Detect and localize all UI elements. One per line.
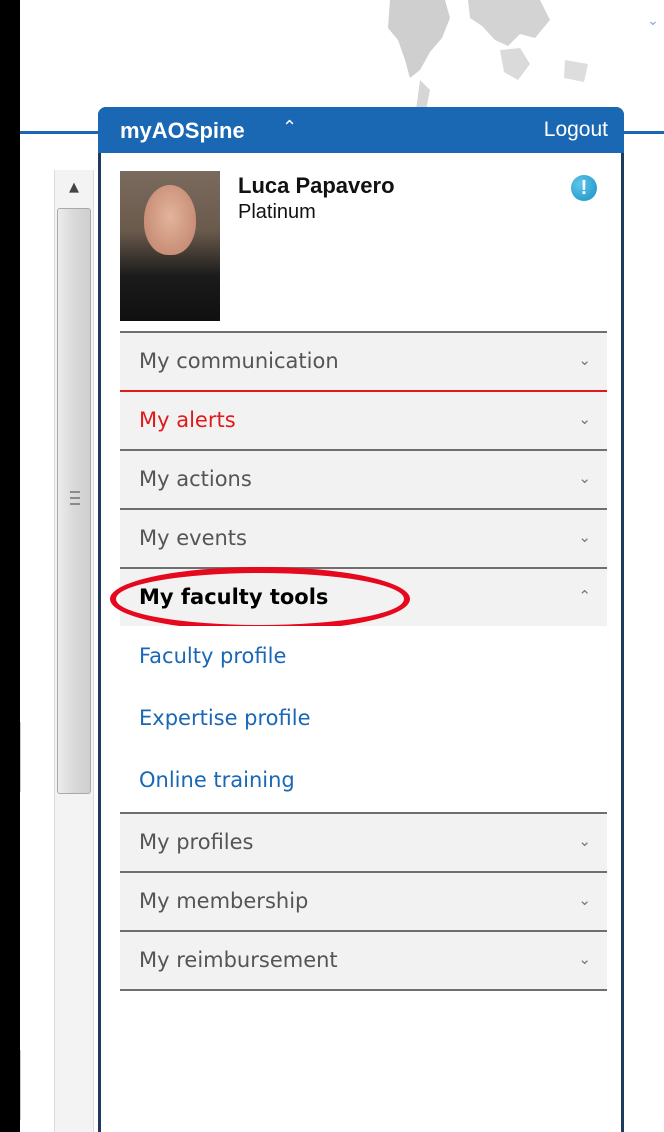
chevron-down-icon: ⌄	[578, 410, 591, 428]
menu-item-actions[interactable]: My actions ⌄	[120, 449, 607, 508]
chevron-down-icon: ⌄	[578, 832, 591, 850]
submenu-link[interactable]: Online training	[139, 768, 295, 792]
divider	[20, 1050, 21, 1120]
chevron-up-icon[interactable]: ⌃	[282, 117, 297, 138]
chevron-down-icon: ⌄	[578, 950, 591, 968]
menu-item-label: My membership	[139, 889, 309, 913]
menu-divider	[120, 989, 607, 991]
submenu-link[interactable]: Faculty profile	[139, 644, 286, 668]
info-alert-icon[interactable]: !	[571, 175, 597, 201]
divider	[20, 722, 21, 792]
scroll-up-arrow-icon[interactable]: ▲	[55, 170, 93, 206]
avatar-face	[144, 185, 196, 255]
menu-item-label: My events	[139, 526, 247, 550]
chevron-down-icon: ⌄	[578, 469, 591, 487]
logout-link[interactable]: Logout	[544, 118, 608, 142]
menu-item-reimbursement[interactable]: My reimbursement ⌄	[120, 930, 607, 989]
menu-item-label: My alerts	[139, 408, 236, 432]
world-map-background	[388, 0, 588, 110]
menu-item-alerts[interactable]: My alerts ⌄	[120, 390, 607, 449]
panel-header: myAOSpine ⌃ Logout	[98, 107, 624, 153]
menu-item-label: My faculty tools	[139, 585, 329, 609]
chevron-down-icon[interactable]: ⌄	[646, 14, 660, 28]
scroll-thumb[interactable]	[57, 208, 91, 794]
menu-item-membership[interactable]: My membership ⌄	[120, 871, 607, 930]
menu-item-events[interactable]: My events ⌄	[120, 508, 607, 567]
grip-icon	[70, 491, 80, 505]
menu-item-label: My reimbursement	[139, 948, 338, 972]
navigation-menu: My communication ⌄ My alerts ⌄ My action…	[110, 331, 607, 991]
submenu-expertise-profile[interactable]: Expertise profile	[120, 688, 607, 750]
chevron-up-icon: ⌃	[578, 587, 591, 605]
submenu-link[interactable]: Expertise profile	[139, 706, 311, 730]
submenu-faculty-profile[interactable]: Faculty profile	[120, 626, 607, 688]
chevron-down-icon: ⌄	[578, 351, 591, 369]
menu-item-label: My profiles	[139, 830, 254, 854]
submenu-online-training[interactable]: Online training	[120, 750, 607, 812]
menu-item-label: My actions	[139, 467, 252, 491]
user-name: Luca Papavero	[238, 173, 395, 198]
avatar	[120, 171, 220, 321]
vertical-scrollbar[interactable]: ▲	[54, 170, 94, 1132]
menu-item-faculty-tools[interactable]: My faculty tools ⌃	[110, 567, 607, 631]
membership-level: Platinum	[238, 201, 316, 223]
chevron-down-icon: ⌄	[578, 891, 591, 909]
my-aospine-panel: myAOSpine ⌃ Logout Luca Papavero Platinu…	[98, 107, 624, 1132]
chevron-down-icon: ⌄	[578, 528, 591, 546]
user-profile: Luca Papavero Platinum !	[120, 171, 600, 321]
menu-item-profiles[interactable]: My profiles ⌄	[120, 812, 607, 871]
brand-title[interactable]: myAOSpine	[120, 118, 245, 144]
page: ⌄ ▲ myAOSpine ⌃ Logout Luca Papavero Pla…	[20, 0, 664, 1132]
menu-item-communication[interactable]: My communication ⌄	[120, 331, 607, 390]
menu-item-label: My communication	[139, 349, 339, 373]
